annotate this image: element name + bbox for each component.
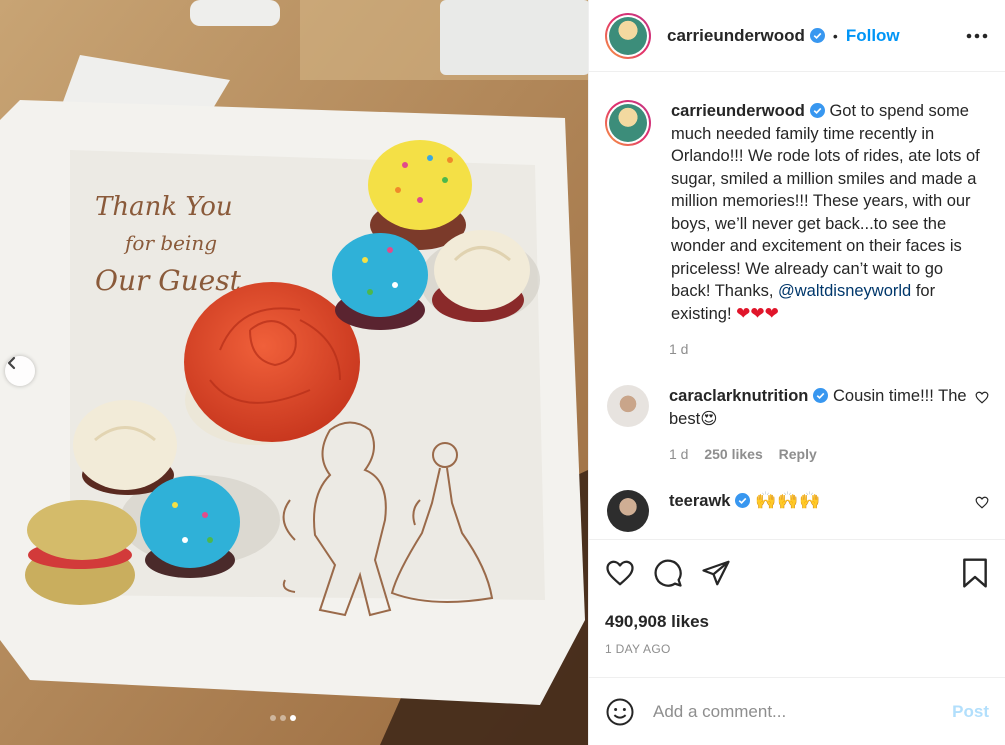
comment-like-heart-icon[interactable] [975,391,989,409]
header-separator: • [832,27,838,44]
avatar-image [609,16,647,55]
carousel-prev-button[interactable] [5,356,35,386]
plate-text-line2: for being [123,231,217,255]
save-bookmark-icon[interactable] [961,557,989,589]
post-caption: carrieunderwood Got to spend some much n… [605,100,989,325]
caption-text: Got to spend some much needed family tim… [671,102,980,300]
comment-username[interactable]: teerawk [669,492,730,510]
carousel-dot [280,715,286,721]
blue-cupcake-bottom [140,476,240,578]
plate-text-line1: Thank You [95,192,233,222]
commenter-avatar[interactable] [607,385,649,427]
commenter-avatar[interactable] [607,490,649,532]
carousel-indicator [270,715,296,721]
vanilla-cupcake-right [432,230,530,322]
emoji-smiley-icon[interactable] [605,697,635,727]
post-photo[interactable]: Thank You for being Our Guest [0,0,588,745]
macaron [25,500,137,605]
comment-age[interactable]: 1 d [669,446,688,462]
blue-cupcake-top [332,233,428,330]
carousel-dot-active [290,715,296,721]
like-heart-icon[interactable] [605,559,635,587]
comment-text-block: teerawk 🙌🙌🙌 [669,490,981,532]
comment-item: caraclarknutrition Cousin time!!! The be… [605,385,989,430]
comment-item: teerawk 🙌🙌🙌 [605,490,989,532]
add-comment-bar: Post [589,677,1005,745]
carousel-dot [270,715,276,721]
verified-badge-icon [809,28,825,43]
rose-dessert [184,282,360,442]
author-username[interactable]: carrieunderwood [667,26,805,46]
caption-meta: 1 d [669,341,989,357]
raised-hands-emoji: 🙌🙌🙌 [755,491,822,510]
comment-bubble-icon[interactable] [653,558,683,588]
dessert-plate-photo: Thank You for being Our Guest [0,0,588,745]
post-header: carrieunderwood • Follow [589,0,1005,72]
share-paper-plane-icon[interactable] [701,559,731,587]
comment-like-heart-icon[interactable] [975,496,989,514]
caption-age[interactable]: 1 d [669,341,688,357]
comment-meta: 1 d 250 likes Reply [669,446,989,462]
vanilla-cupcake-left [73,400,177,495]
action-bar [605,540,989,606]
comment-username[interactable]: caraclarknutrition [669,387,808,405]
plate-text-line3: Our Guest [95,264,242,297]
verified-badge-icon [813,388,829,403]
caption-text-block: carrieunderwood Got to spend some much n… [671,100,983,325]
post-actions-area: 490,908 likes 1 DAY AGO [589,539,1005,656]
instagram-post: Thank You for being Our Guest carrieunde… [0,0,1005,745]
post-side-panel: carrieunderwood • Follow carrieunderwood… [588,0,1005,745]
hearts-emoji: ❤❤❤ [736,303,779,323]
comments-list[interactable]: carrieunderwood Got to spend some much n… [589,72,1005,539]
author-avatar[interactable] [605,12,651,59]
verified-badge-icon [809,103,825,118]
verified-badge-icon [735,493,751,508]
chevron-left-icon [7,356,16,370]
caption-username[interactable]: carrieunderwood [671,102,805,120]
caption-avatar[interactable] [605,100,651,146]
comment-likes-count[interactable]: 250 likes [704,446,762,462]
more-options-icon[interactable] [965,33,989,39]
avatar-image [609,104,647,142]
comment-emoji: 😍 [700,409,718,428]
comment-text-block: caraclarknutrition Cousin time!!! The be… [669,385,981,430]
post-comment-button[interactable]: Post [952,702,989,722]
follow-button[interactable]: Follow [846,26,900,46]
post-date[interactable]: 1 DAY AGO [605,642,989,656]
mention-link[interactable]: @waltdisneyworld [778,282,911,300]
reply-button[interactable]: Reply [779,446,817,462]
likes-count[interactable]: 490,908 likes [605,612,989,632]
comment-input[interactable] [653,701,953,722]
